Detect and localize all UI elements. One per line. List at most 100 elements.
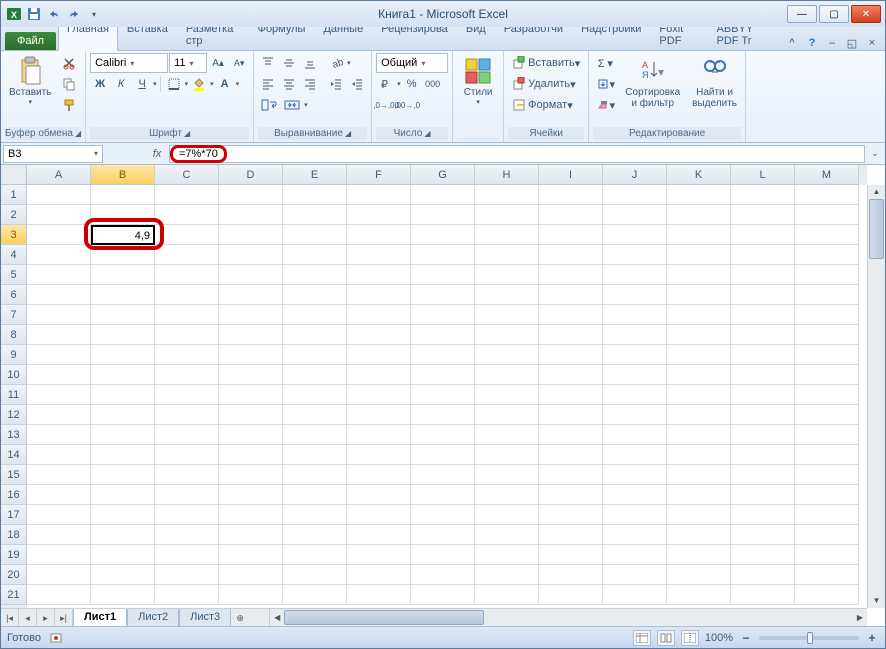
cell[interactable]: [539, 565, 603, 585]
row-header[interactable]: 16: [1, 485, 27, 505]
cell[interactable]: [539, 285, 603, 305]
cell[interactable]: [731, 465, 795, 485]
cell[interactable]: [731, 325, 795, 345]
cell[interactable]: [795, 485, 859, 505]
font-launcher-icon[interactable]: ◢: [184, 129, 190, 138]
cell[interactable]: [27, 525, 91, 545]
cell[interactable]: [27, 185, 91, 205]
column-header[interactable]: D: [219, 165, 283, 185]
italic-button[interactable]: К: [111, 74, 131, 94]
cell[interactable]: [475, 485, 539, 505]
cell[interactable]: [219, 185, 283, 205]
cell[interactable]: [91, 485, 155, 505]
cell[interactable]: [603, 245, 667, 265]
cell[interactable]: [731, 565, 795, 585]
row-header[interactable]: 5: [1, 265, 27, 285]
decrease-indent-icon[interactable]: [326, 74, 346, 94]
cell[interactable]: [475, 225, 539, 245]
cell[interactable]: [475, 305, 539, 325]
cell[interactable]: [347, 245, 411, 265]
cell[interactable]: [475, 465, 539, 485]
insert-cells-button[interactable]: Вставить ▾: [508, 53, 584, 73]
cell[interactable]: [667, 545, 731, 565]
cell[interactable]: [667, 525, 731, 545]
name-box[interactable]: B3▾: [3, 145, 103, 163]
cell[interactable]: [603, 205, 667, 225]
cell[interactable]: [667, 345, 731, 365]
cell[interactable]: [603, 285, 667, 305]
wrap-text-icon[interactable]: [258, 95, 280, 115]
cell[interactable]: [667, 405, 731, 425]
cell[interactable]: [283, 525, 347, 545]
cell[interactable]: [219, 225, 283, 245]
percent-format-icon[interactable]: %: [402, 74, 422, 94]
cell[interactable]: [283, 545, 347, 565]
row-header[interactable]: 11: [1, 385, 27, 405]
cell[interactable]: [731, 305, 795, 325]
cell[interactable]: [155, 245, 219, 265]
cell[interactable]: [795, 225, 859, 245]
cell[interactable]: [603, 525, 667, 545]
cell[interactable]: [731, 525, 795, 545]
cell[interactable]: [795, 345, 859, 365]
cell[interactable]: [795, 285, 859, 305]
cell[interactable]: [219, 345, 283, 365]
align-middle-icon[interactable]: [279, 53, 299, 73]
cell[interactable]: [795, 505, 859, 525]
cell[interactable]: [27, 465, 91, 485]
cell[interactable]: [603, 385, 667, 405]
cell[interactable]: [219, 365, 283, 385]
cell[interactable]: 4,9: [91, 225, 155, 245]
column-header[interactable]: H: [475, 165, 539, 185]
cell[interactable]: [411, 585, 475, 605]
cell[interactable]: [667, 285, 731, 305]
align-bottom-icon[interactable]: [300, 53, 320, 73]
vscroll-thumb[interactable]: [869, 199, 884, 259]
cell[interactable]: [667, 205, 731, 225]
row-header[interactable]: 20: [1, 565, 27, 585]
cell[interactable]: [219, 245, 283, 265]
cell[interactable]: [347, 345, 411, 365]
scroll-left-icon[interactable]: ◀: [270, 609, 284, 626]
cell[interactable]: [667, 265, 731, 285]
cell[interactable]: [91, 405, 155, 425]
cell[interactable]: [731, 385, 795, 405]
column-header[interactable]: G: [411, 165, 475, 185]
cell[interactable]: [603, 465, 667, 485]
cell[interactable]: [347, 565, 411, 585]
cell[interactable]: [27, 265, 91, 285]
cell[interactable]: [603, 185, 667, 205]
row-header[interactable]: 13: [1, 425, 27, 445]
cell[interactable]: [667, 385, 731, 405]
increase-indent-icon[interactable]: [347, 74, 367, 94]
cell[interactable]: [219, 525, 283, 545]
cell[interactable]: [155, 185, 219, 205]
cell[interactable]: [347, 225, 411, 245]
cell[interactable]: [795, 305, 859, 325]
number-launcher-icon[interactable]: ◢: [424, 129, 430, 138]
underline-button[interactable]: Ч: [132, 74, 152, 94]
cell[interactable]: [795, 425, 859, 445]
qat-customize-icon[interactable]: ▾: [85, 5, 103, 23]
cell[interactable]: [539, 465, 603, 485]
cell[interactable]: [667, 185, 731, 205]
cell[interactable]: [667, 585, 731, 605]
cell[interactable]: [155, 365, 219, 385]
cell[interactable]: [475, 265, 539, 285]
cell[interactable]: [667, 485, 731, 505]
cell[interactable]: [795, 565, 859, 585]
column-header[interactable]: B: [91, 165, 155, 185]
cut-button[interactable]: [59, 53, 79, 73]
cell[interactable]: [283, 585, 347, 605]
cell[interactable]: [155, 505, 219, 525]
row-header[interactable]: 10: [1, 365, 27, 385]
cell[interactable]: [347, 425, 411, 445]
row-header[interactable]: 21: [1, 585, 27, 605]
sheet-tab[interactable]: Лист2: [127, 609, 179, 626]
cell[interactable]: [411, 305, 475, 325]
cell[interactable]: [411, 465, 475, 485]
cell[interactable]: [731, 285, 795, 305]
cell[interactable]: [27, 305, 91, 325]
cell[interactable]: [91, 425, 155, 445]
select-all-corner[interactable]: [1, 165, 27, 185]
